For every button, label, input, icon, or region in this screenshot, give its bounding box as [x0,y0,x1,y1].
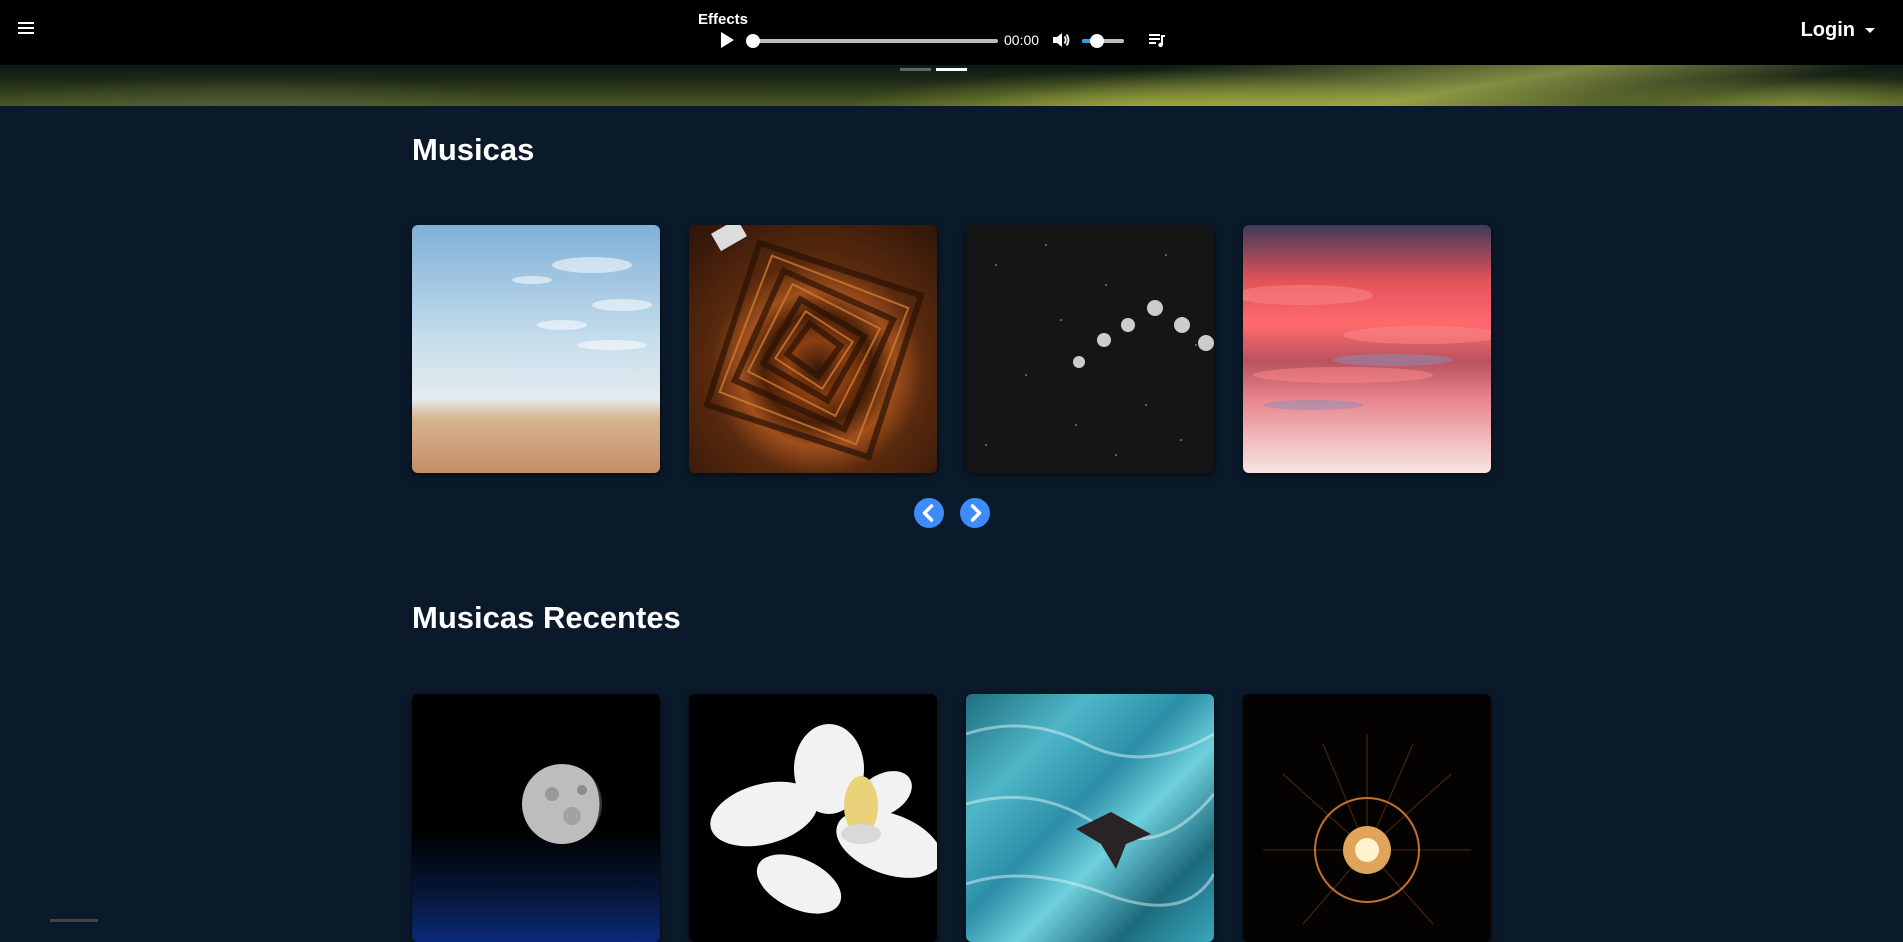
chevron-left-icon [922,504,934,522]
recent-music-card[interactable] [1243,694,1491,942]
volume-thumb[interactable] [1089,34,1104,48]
carousel-prev-button[interactable] [914,498,944,528]
carousel-indicators [900,68,1003,71]
music-card[interactable] [689,225,937,473]
login-label: Login [1800,19,1855,41]
progress-slider[interactable] [746,34,998,48]
volume-icon[interactable] [1051,30,1071,50]
hero-carousel [0,65,1903,106]
caret-down-icon [1865,28,1875,33]
music-card[interactable] [966,225,1214,473]
queue-icon[interactable] [1148,32,1166,48]
section-title-musicas: Musicas [412,132,535,167]
carousel-dot[interactable] [900,68,931,71]
chevron-right-icon [970,504,982,522]
recent-music-card[interactable] [412,694,660,942]
section-title-musicas-recentes: Musicas Recentes [412,600,681,635]
carousel-dot[interactable] [972,68,1003,71]
carousel-dot-active[interactable] [936,68,967,71]
carousel-next-button[interactable] [960,498,990,528]
music-card[interactable] [1243,225,1491,473]
progress-thumb[interactable] [746,34,760,48]
recent-music-card[interactable] [689,694,937,942]
audio-player: Effects 00:00 [698,8,1178,58]
volume-slider[interactable] [1082,34,1124,48]
login-dropdown[interactable]: Login [1801,19,1875,42]
recent-music-card[interactable] [966,694,1214,942]
track-title: Effects [698,11,749,28]
menu-icon[interactable] [18,22,34,36]
music-card[interactable] [412,225,660,473]
top-bar: Effects 00:00 Login [0,0,1903,65]
play-icon[interactable] [718,30,736,50]
time-display: 00:00 [1004,32,1040,48]
